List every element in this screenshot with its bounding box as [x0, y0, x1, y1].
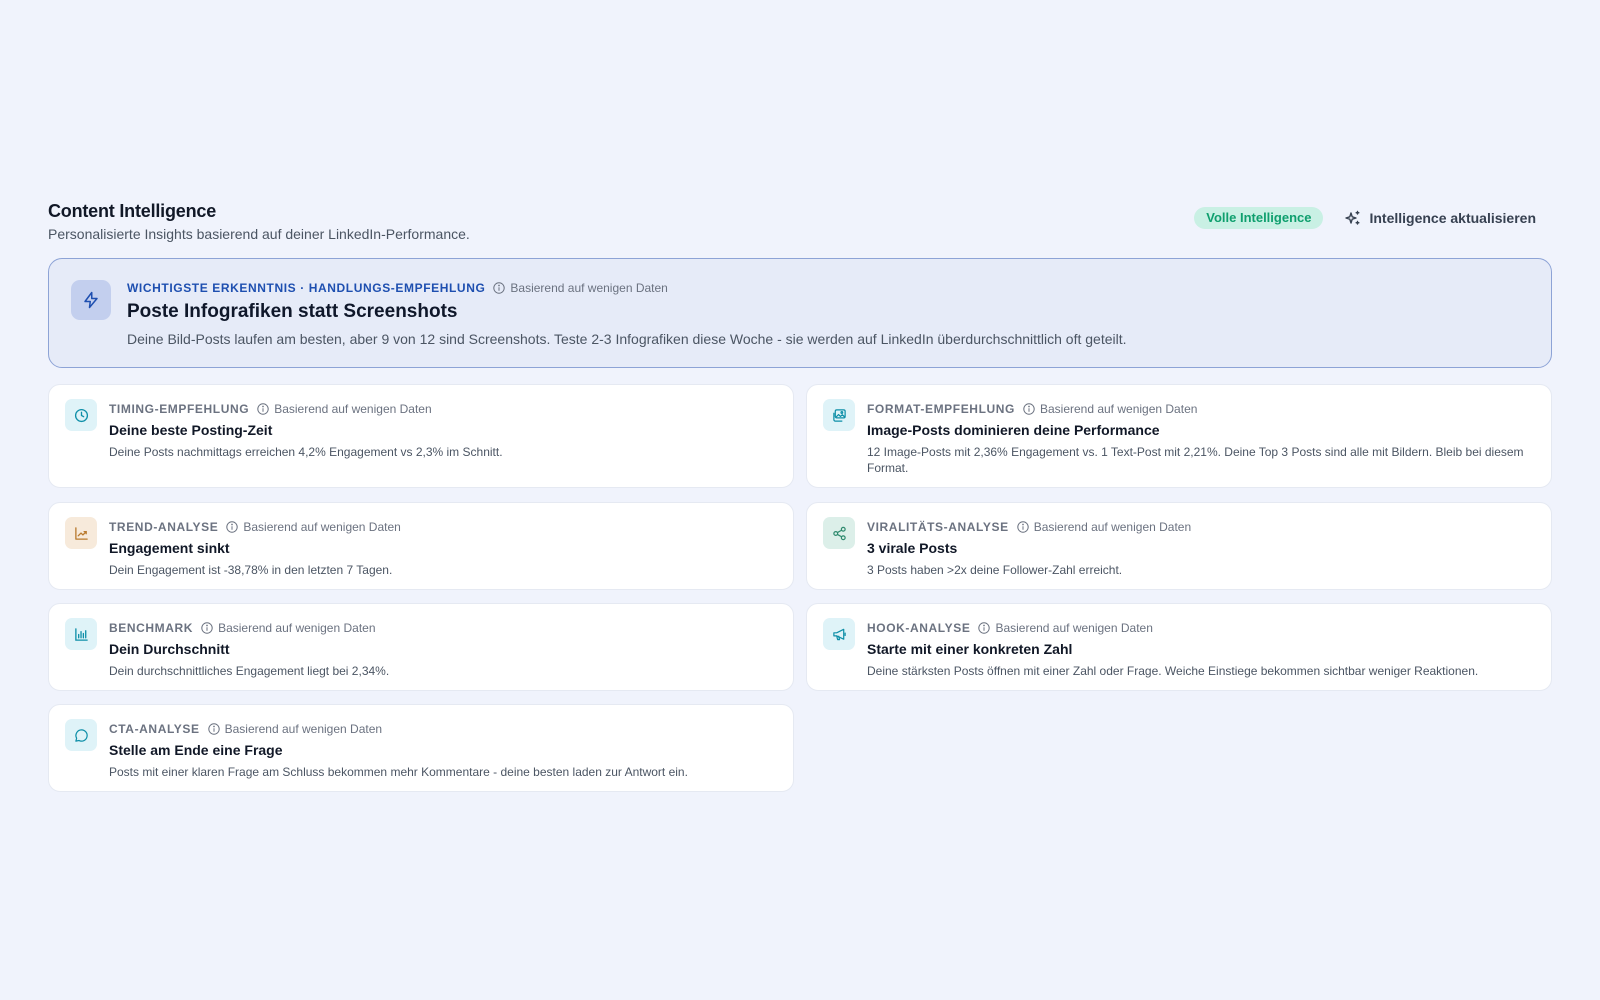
- card-eyebrow-row: VIRALITÄTS-ANALYSE Basierend auf wenigen…: [867, 519, 1531, 535]
- megaphone-icon: [832, 628, 846, 640]
- card-text: Posts mit einer klaren Frage am Schluss …: [109, 765, 688, 779]
- card-eyebrow-row: FORMAT-EMPFEHLUNG Basierend auf wenigen …: [867, 401, 1531, 417]
- card-title: Image-Posts dominieren deine Performance: [867, 422, 1160, 438]
- card-meta-text: Basierend auf wenigen Daten: [274, 402, 432, 416]
- card-meta-text: Basierend auf wenigen Daten: [1039, 402, 1198, 416]
- card-text: 3 Posts haben >2x deine Follower-Zahl er…: [867, 563, 1123, 577]
- card-eyebrow-row: HOOK-ANALYSE Basierend auf wenigen Daten: [867, 620, 1531, 636]
- insight-card-timing: TIMING-EMPFEHLUNG Basierend auf wenigen …: [48, 384, 794, 488]
- insight-card-format: FORMAT-EMPFEHLUNG Basierend auf wenigen …: [806, 384, 1552, 488]
- card-icon-box: [65, 517, 97, 549]
- header-text: Content Intelligence Personalisierte Ins…: [48, 200, 470, 243]
- page-subtitle: Personalisierte Insights basierend auf d…: [48, 226, 470, 242]
- card-icon-box: [823, 517, 855, 549]
- card-eyebrow: BENCHMARK: [109, 621, 194, 635]
- insight-card-trend: TREND-ANALYSE Basierend auf wenigen Date…: [48, 502, 794, 590]
- card-icon-box: [823, 618, 855, 650]
- insight-grid: TIMING-EMPFEHLUNG Basierend auf wenigen …: [48, 384, 1552, 794]
- card-eyebrow: CTA-ANALYSE: [109, 722, 200, 736]
- card-eyebrow: HOOK-ANALYSE: [867, 621, 971, 635]
- card-title: Stelle am Ende eine Frage: [109, 742, 283, 758]
- card-text: Dein durchschnittliches Engagement liegt…: [109, 664, 390, 678]
- card-meta: Basierend auf wenigen Daten: [1023, 402, 1197, 416]
- hero-meta-text: Basierend auf wenigen Daten: [510, 281, 668, 295]
- card-meta-text: Basierend auf wenigen Daten: [243, 520, 401, 534]
- info-icon: [226, 521, 239, 533]
- images-icon: [832, 408, 846, 422]
- card-eyebrow-row: BENCHMARK Basierend auf wenigen Daten: [109, 620, 773, 636]
- hero-icon-box: [71, 280, 111, 320]
- hero-eyebrow: WICHTIGSTE ERKENNTNIS · HANDLUNGS-EMPFEH…: [127, 281, 486, 295]
- card-eyebrow: FORMAT-EMPFEHLUNG: [867, 402, 1015, 416]
- hero-meta: Basierend auf wenigen Daten: [493, 281, 668, 295]
- refresh-label: Intelligence aktualisieren: [1369, 210, 1536, 226]
- refresh-intelligence-button[interactable]: Intelligence aktualisieren: [1345, 210, 1536, 226]
- share-icon: [832, 526, 846, 540]
- hero-eyebrow-row: WICHTIGSTE ERKENNTNIS · HANDLUNGS-EMPFEH…: [127, 280, 1527, 296]
- hero-text: Deine Bild-Posts laufen am besten, aber …: [127, 331, 1127, 347]
- card-icon-box: [65, 399, 97, 431]
- info-icon: [1017, 521, 1029, 533]
- card-meta: Basierend auf wenigen Daten: [207, 722, 383, 736]
- card-eyebrow: TREND-ANALYSE: [109, 520, 219, 534]
- card-icon-box: [823, 399, 855, 431]
- message-circle-icon: [74, 728, 88, 742]
- status-badge: Volle Intelligence: [1194, 207, 1324, 229]
- info-icon: [493, 282, 506, 294]
- card-eyebrow-row: CTA-ANALYSE Basierend auf wenigen Daten: [109, 721, 773, 737]
- info-icon: [201, 622, 213, 634]
- card-text: Deine Posts nachmittags erreichen 4,2% E…: [109, 445, 503, 459]
- card-eyebrow: TIMING-EMPFEHLUNG: [109, 402, 250, 416]
- card-title: Starte mit einer konkreten Zahl: [867, 641, 1073, 657]
- card-icon-box: [65, 719, 97, 751]
- card-meta: Basierend auf wenigen Daten: [226, 520, 401, 534]
- card-meta-text: Basierend auf wenigen Daten: [995, 621, 1153, 635]
- hero-title: Poste Infografiken statt Screenshots: [127, 301, 458, 322]
- card-title: 3 virale Posts: [867, 540, 958, 556]
- card-body: FORMAT-EMPFEHLUNG Basierend auf wenigen …: [867, 401, 1531, 476]
- header-actions: Volle Intelligence Intelligence aktualis…: [1194, 207, 1536, 229]
- card-body: BENCHMARK Basierend auf wenigen Daten De…: [109, 620, 773, 679]
- card-body: HOOK-ANALYSE Basierend auf wenigen Daten…: [867, 620, 1531, 679]
- card-icon-box: [65, 618, 97, 650]
- card-eyebrow: VIRALITÄTS-ANALYSE: [867, 520, 1009, 534]
- content-intelligence-panel: Content Intelligence Personalisierte Ins…: [48, 200, 1552, 794]
- card-meta-text: Basierend auf wenigen Daten: [1033, 520, 1192, 534]
- card-text: 12 Image-Posts mit 2,36% Engagement vs. …: [867, 445, 1524, 475]
- insight-card-hook: HOOK-ANALYSE Basierend auf wenigen Daten…: [806, 603, 1552, 691]
- card-body: VIRALITÄTS-ANALYSE Basierend auf wenigen…: [867, 519, 1531, 578]
- info-icon: [207, 723, 220, 735]
- page-title: Content Intelligence: [48, 201, 217, 221]
- card-title: Dein Durchschnitt: [109, 641, 230, 657]
- card-body: TIMING-EMPFEHLUNG Basierend auf wenigen …: [109, 401, 773, 460]
- card-body: TREND-ANALYSE Basierend auf wenigen Date…: [109, 519, 773, 578]
- card-meta-text: Basierend auf wenigen Daten: [218, 621, 376, 635]
- card-meta: Basierend auf wenigen Daten: [1017, 520, 1191, 534]
- card-body: CTA-ANALYSE Basierend auf wenigen Daten …: [109, 721, 773, 780]
- info-icon: [978, 622, 991, 634]
- key-insight-card: WICHTIGSTE ERKENNTNIS · HANDLUNGS-EMPFEH…: [48, 258, 1552, 368]
- info-icon: [257, 403, 269, 415]
- sparkles-icon: [1345, 210, 1360, 225]
- bar-chart-icon: [74, 627, 88, 641]
- card-title: Deine beste Posting-Zeit: [109, 422, 273, 438]
- insight-card-benchmark: BENCHMARK Basierend auf wenigen Daten De…: [48, 603, 794, 691]
- trend-chart-icon: [74, 526, 88, 540]
- insight-card-virality: VIRALITÄTS-ANALYSE Basierend auf wenigen…: [806, 502, 1552, 590]
- card-title: Engagement sinkt: [109, 540, 230, 556]
- insight-card-cta: CTA-ANALYSE Basierend auf wenigen Daten …: [48, 704, 794, 792]
- card-meta: Basierend auf wenigen Daten: [201, 621, 376, 635]
- card-meta-text: Basierend auf wenigen Daten: [224, 722, 383, 736]
- info-icon: [1023, 403, 1035, 415]
- panel-header: Content Intelligence Personalisierte Ins…: [48, 200, 1552, 258]
- card-meta: Basierend auf wenigen Daten: [257, 402, 432, 416]
- card-text: Deine stärksten Posts öffnen mit einer Z…: [867, 664, 1479, 678]
- clock-icon: [74, 408, 88, 422]
- hero-body: WICHTIGSTE ERKENNTNIS · HANDLUNGS-EMPFEH…: [127, 280, 1527, 348]
- card-text: Dein Engagement ist -38,78% in den letzt…: [109, 563, 393, 577]
- lightning-icon: [84, 291, 98, 309]
- card-eyebrow-row: TIMING-EMPFEHLUNG Basierend auf wenigen …: [109, 401, 773, 417]
- card-eyebrow-row: TREND-ANALYSE Basierend auf wenigen Date…: [109, 519, 773, 535]
- card-meta: Basierend auf wenigen Daten: [978, 621, 1153, 635]
